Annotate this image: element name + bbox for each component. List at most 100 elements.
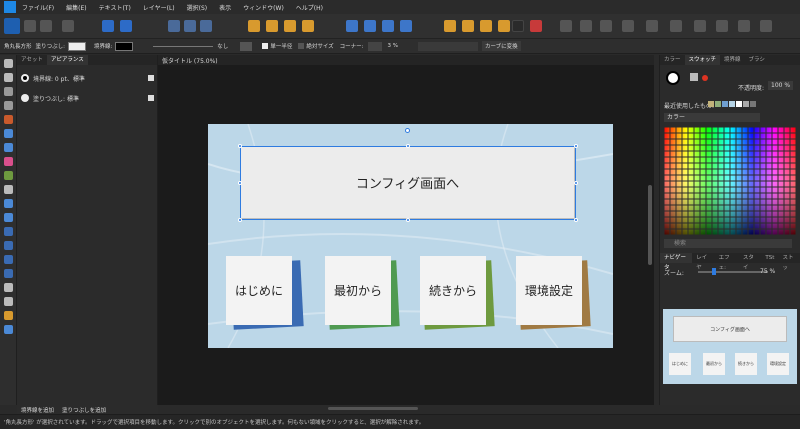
- corner-type-dropdown[interactable]: [367, 41, 382, 51]
- zoom-slider-thumb[interactable]: [712, 268, 716, 275]
- handle-mr[interactable]: [574, 181, 578, 185]
- zoom-slider[interactable]: [698, 271, 768, 273]
- fill-row[interactable]: 塗りつぶし: 標準: [21, 93, 154, 103]
- place-image-tool-icon[interactable]: [4, 199, 13, 208]
- rotate-handle[interactable]: [405, 128, 410, 133]
- stroke-width-slider[interactable]: [153, 45, 214, 47]
- tab-appearance[interactable]: アピアランス: [46, 55, 88, 65]
- insert-target-icon[interactable]: [512, 20, 524, 32]
- menu-edit[interactable]: 編集(E): [66, 3, 86, 12]
- boolean-add-icon[interactable]: [444, 20, 456, 32]
- export-persona-icon[interactable]: [40, 20, 52, 32]
- handle-ml[interactable]: [238, 181, 242, 185]
- brush-tool-icon[interactable]: [4, 143, 13, 152]
- snap-bounds-icon[interactable]: [184, 20, 196, 32]
- view-mode-icon[interactable]: [694, 20, 706, 32]
- card-hajimeni[interactable]: はじめに: [226, 256, 292, 325]
- tab-assets[interactable]: アセット: [17, 55, 47, 65]
- color-swatch-grid[interactable]: [664, 127, 796, 235]
- flip-vertical-icon[interactable]: [364, 20, 376, 32]
- rounded-rect-tool-icon[interactable]: [4, 255, 13, 264]
- outline-icon[interactable]: [738, 20, 750, 32]
- palette-dropdown[interactable]: カラー: [664, 113, 760, 122]
- vertical-scrollbar[interactable]: [648, 185, 652, 265]
- designer-persona-icon[interactable]: [4, 18, 20, 34]
- triangle-tool-icon[interactable]: [4, 269, 13, 278]
- menu-text[interactable]: テキスト(T): [99, 3, 131, 12]
- tab-text-styles[interactable]: TSt: [761, 253, 778, 263]
- frame-text-tool-icon[interactable]: [4, 297, 13, 306]
- color-picker-icon[interactable]: [530, 20, 542, 32]
- handle-tl[interactable]: [238, 144, 242, 148]
- stroke-swatch[interactable]: [115, 41, 134, 51]
- stroke-visible-checkbox[interactable]: [148, 75, 154, 81]
- snap-icon[interactable]: [168, 20, 180, 32]
- eyedropper-tool-icon[interactable]: [4, 185, 13, 194]
- guides-icon[interactable]: [600, 20, 612, 32]
- horizontal-scrollbar[interactable]: [328, 407, 418, 410]
- navigator-thumbnail[interactable]: コンフィグ画面へ はじめに 最初から 続きから 環境設定: [663, 309, 797, 384]
- handle-tc[interactable]: [406, 144, 410, 148]
- fill-swatch[interactable]: [67, 41, 86, 51]
- artboard-tool-icon[interactable]: [4, 87, 13, 96]
- flip-horizontal-icon[interactable]: [346, 20, 358, 32]
- opacity-value[interactable]: 100 %: [768, 81, 794, 90]
- tab-swatches[interactable]: スウォッチ: [684, 55, 721, 65]
- preferences-icon[interactable]: [120, 20, 132, 32]
- stroke-row[interactable]: 境界線: 0 pt、標準: [21, 73, 154, 83]
- gear-icon[interactable]: [240, 41, 253, 51]
- pencil-tool-icon[interactable]: [4, 129, 13, 138]
- pen-tool-icon[interactable]: [4, 115, 13, 124]
- tab-stock[interactable]: ストッ: [778, 253, 800, 271]
- tab-effects[interactable]: エフェ:: [715, 253, 739, 271]
- boolean-subtract-icon[interactable]: [462, 20, 474, 32]
- card-kankyo[interactable]: 環境設定: [516, 256, 582, 325]
- align-icon[interactable]: [622, 20, 634, 32]
- handle-bc[interactable]: [406, 218, 410, 222]
- tab-layers[interactable]: レイヤ: [692, 253, 714, 271]
- distribute-icon[interactable]: [646, 20, 658, 32]
- arrange-forward-icon[interactable]: [284, 20, 296, 32]
- menu-layer[interactable]: レイヤー(L): [143, 3, 175, 12]
- ellipse-tool-icon[interactable]: [4, 241, 13, 250]
- card-saisho[interactable]: 最初から: [325, 256, 391, 325]
- tab-stroke[interactable]: 境界線: [720, 55, 745, 65]
- card-tsuzuki[interactable]: 続きから: [420, 256, 486, 325]
- menu-help[interactable]: ヘルプ(H): [296, 3, 323, 12]
- rotate-right-icon[interactable]: [400, 20, 412, 32]
- tab-brush[interactable]: ブラシ: [745, 55, 769, 65]
- single-radius-checkbox[interactable]: [262, 43, 269, 49]
- tab-navigator[interactable]: ナビゲータ: [660, 253, 693, 271]
- arrange-back-icon[interactable]: [248, 20, 260, 32]
- pixel-view-icon[interactable]: [760, 20, 772, 32]
- rotate-left-icon[interactable]: [382, 20, 394, 32]
- corner-options-group[interactable]: [418, 41, 479, 51]
- fill-visible-checkbox[interactable]: [148, 95, 154, 101]
- menu-window[interactable]: ウィンドウ(W): [243, 3, 284, 12]
- convert-curves-button[interactable]: カーブに変換: [482, 41, 521, 51]
- rectangle-tool-icon[interactable]: [4, 227, 13, 236]
- grid-icon[interactable]: [580, 20, 592, 32]
- snap-grid-icon[interactable]: [200, 20, 212, 32]
- add-stroke-button[interactable]: 境界線を追加: [21, 406, 54, 414]
- fill-stroke-swatch[interactable]: [666, 71, 680, 85]
- handle-bl[interactable]: [238, 218, 242, 222]
- zoom-value[interactable]: 75 %: [760, 268, 775, 275]
- vector-crop-tool-icon[interactable]: [4, 213, 13, 222]
- corner-value[interactable]: 3 %: [388, 43, 398, 49]
- eyedropper-icon[interactable]: [690, 73, 698, 81]
- tab-color[interactable]: カラー: [660, 55, 685, 65]
- boolean-xor-icon[interactable]: [498, 20, 510, 32]
- arrange-front-icon[interactable]: [302, 20, 314, 32]
- zoom-tool-icon[interactable]: [4, 325, 13, 334]
- move-tool-icon[interactable]: [4, 59, 13, 68]
- pixel-grid-icon[interactable]: [670, 20, 682, 32]
- transparency-tool-icon[interactable]: [4, 171, 13, 180]
- arrange-backward-icon[interactable]: [266, 20, 278, 32]
- menu-view[interactable]: 表示: [219, 3, 231, 12]
- add-fill-button[interactable]: 塗りつぶしを追加: [62, 406, 106, 414]
- handle-br[interactable]: [574, 218, 578, 222]
- crop-tool-icon[interactable]: [4, 101, 13, 110]
- assistant-icon[interactable]: [716, 20, 728, 32]
- pixel-persona-icon[interactable]: [24, 20, 36, 32]
